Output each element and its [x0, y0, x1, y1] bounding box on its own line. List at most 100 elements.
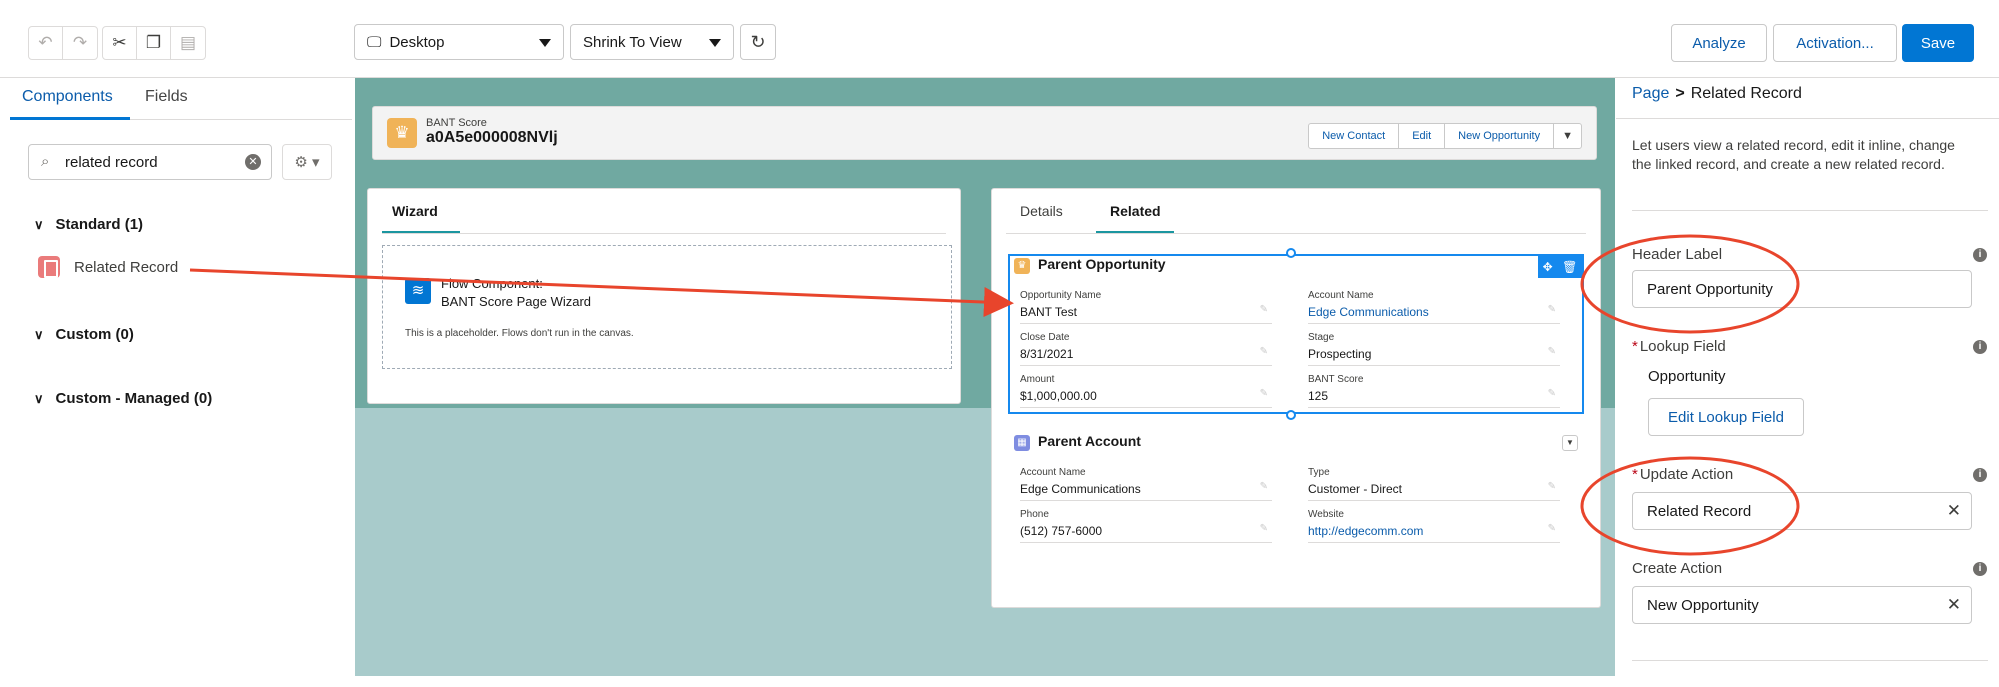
section-custom[interactable]: ∨ Custom (0) [34, 326, 134, 343]
pencil-icon[interactable]: ✎ [1548, 304, 1556, 315]
refresh-icon: ↻ [750, 31, 766, 52]
chevron-down-icon[interactable]: ▼ [1562, 435, 1578, 451]
activation-button[interactable]: Activation... [1773, 24, 1897, 62]
tab-details[interactable]: Details [1020, 203, 1063, 219]
chevron-down-icon: ▼ [1562, 130, 1573, 142]
refresh-button[interactable]: ↻ [740, 24, 776, 60]
new-opportunity-button[interactable]: New Opportunity [1445, 124, 1555, 148]
search-icon: ⌕ [41, 153, 50, 170]
wizard-card: Wizard ≋ Flow Component: BANT Score Page… [367, 188, 961, 404]
tab-related[interactable]: Related [1110, 203, 1161, 219]
component-description: Let users view a related record, edit it… [1632, 137, 1955, 172]
update-action-input[interactable]: Related Record ✕ [1632, 492, 1972, 530]
tab-components[interactable]: Components [22, 88, 113, 106]
field-bant-score: BANT Score 125 ✎ [1308, 374, 1560, 408]
divider [1616, 118, 1999, 119]
create-action-input[interactable]: New Opportunity ✕ [1632, 586, 1972, 624]
field-label: Amount [1020, 374, 1055, 385]
lookup-field-value: Opportunity [1648, 368, 1726, 385]
pencil-icon[interactable]: ✎ [1548, 481, 1556, 492]
related-record-icon [38, 256, 60, 278]
undo-redo-group: ↶ ↷ [28, 26, 98, 60]
component-search-input[interactable]: ⌕ related record ✕ [28, 144, 272, 180]
redo-icon[interactable]: ↷ [63, 27, 97, 59]
related-record-parent-opportunity[interactable]: ♛ Parent Opportunity ✥ 🗑 Opportunity Nam… [1008, 254, 1584, 414]
field-phone: Phone (512) 757-6000 ✎ [1020, 509, 1272, 543]
pencil-icon[interactable]: ✎ [1548, 523, 1556, 534]
undo-icon[interactable]: ↶ [29, 27, 63, 59]
account-link[interactable]: Edge Communications [1308, 305, 1429, 319]
header-label-input[interactable]: Parent Opportunity [1632, 270, 1972, 308]
cut-icon[interactable]: ✂ [103, 27, 137, 59]
field-label: Website [1308, 509, 1344, 520]
clear-icon[interactable]: ✕ [1947, 501, 1961, 521]
pencil-icon[interactable]: ✎ [1260, 481, 1268, 492]
create-action-label: Create Action [1632, 560, 1723, 577]
save-button[interactable]: Save [1902, 24, 1974, 62]
component-related-record[interactable]: Related Record [38, 256, 178, 278]
required-marker: * [1632, 338, 1638, 355]
builder-toolbar: ↶ ↷ ✂ ❐ ▤ 🖵 Desktop Shrink To View ↻ Ana… [0, 0, 1999, 78]
info-icon[interactable]: i [1973, 468, 1987, 482]
field-value: $1,000,000.00 [1020, 389, 1097, 403]
paste-icon[interactable]: ▤ [171, 27, 205, 59]
delete-icon[interactable]: 🗑 [1562, 260, 1577, 274]
pencil-icon[interactable]: ✎ [1260, 346, 1268, 357]
flow-component-title: Flow Component: [441, 276, 543, 291]
panel-tabs: Components Fields [10, 78, 352, 120]
required-marker: * [1632, 466, 1638, 483]
flow-component-placeholder[interactable]: ≋ Flow Component: BANT Score Page Wizard… [382, 245, 952, 369]
gear-icon: ⚙ ▾ [294, 154, 320, 171]
divider [1632, 660, 1988, 661]
resize-handle-bottom[interactable] [1286, 410, 1296, 420]
highlights-panel[interactable]: ♛ BANT Score a0A5e000008NVlj New Contact… [372, 106, 1597, 160]
crown-icon: ♛ [1014, 258, 1030, 274]
website-link[interactable]: http://edgecomm.com [1308, 524, 1423, 538]
desktop-icon: 🖵 [367, 33, 382, 51]
resize-handle-top[interactable] [1286, 248, 1296, 258]
clear-icon[interactable]: ✕ [245, 154, 261, 170]
related-card: Details Related ♛ Parent Opportunity ✥ 🗑… [991, 188, 1601, 608]
field-value: 8/31/2021 [1020, 347, 1074, 361]
field-value: 125 [1308, 389, 1329, 403]
field-stage: Stage Prospecting ✎ [1308, 332, 1560, 366]
more-actions-button[interactable]: ▼ [1554, 124, 1581, 148]
section-standard[interactable]: ∨ Standard (1) [34, 216, 143, 233]
pencil-icon[interactable]: ✎ [1260, 523, 1268, 534]
view-select[interactable]: Shrink To View [570, 24, 734, 60]
chevron-down-icon: ∨ [34, 390, 44, 406]
tab-fields[interactable]: Fields [145, 88, 188, 106]
wizard-tabs: Wizard [368, 189, 960, 235]
tab-wizard[interactable]: Wizard [392, 203, 438, 219]
flow-placeholder-text: This is a placeholder. Flows don't run i… [405, 328, 634, 339]
edit-lookup-field-button[interactable]: Edit Lookup Field [1648, 398, 1804, 436]
pencil-icon[interactable]: ✎ [1260, 388, 1268, 399]
pencil-icon[interactable]: ✎ [1260, 304, 1268, 315]
pencil-icon[interactable]: ✎ [1548, 388, 1556, 399]
device-select[interactable]: 🖵 Desktop [354, 24, 564, 60]
pencil-icon[interactable]: ✎ [1548, 346, 1556, 357]
move-icon[interactable]: ✥ [1543, 260, 1553, 274]
copy-icon[interactable]: ❐ [137, 27, 171, 59]
field-label: Phone [1020, 509, 1049, 520]
analyze-button[interactable]: Analyze [1671, 24, 1767, 62]
related-record-parent-account[interactable]: ▦ Parent Account ▼ Account Name Edge Com… [1010, 433, 1582, 583]
field-label: Close Date [1020, 332, 1070, 343]
edit-button[interactable]: Edit [1399, 124, 1446, 148]
section-custom-managed[interactable]: ∨ Custom - Managed (0) [34, 390, 212, 407]
info-icon[interactable]: i [1973, 340, 1987, 354]
info-icon[interactable]: i [1973, 248, 1987, 262]
create-action-value: New Opportunity [1647, 596, 1759, 614]
new-contact-button[interactable]: New Contact [1309, 124, 1400, 148]
chevron-down-icon [709, 39, 721, 47]
tab-divider [382, 233, 946, 234]
header-label-value: Parent Opportunity [1647, 280, 1773, 298]
field-label: BANT Score [1308, 374, 1364, 385]
breadcrumb: Page > Related Record [1632, 85, 1802, 103]
update-action-value: Related Record [1647, 502, 1752, 520]
search-value: related record [65, 153, 158, 171]
clear-icon[interactable]: ✕ [1947, 595, 1961, 615]
settings-menu-button[interactable]: ⚙ ▾ [282, 144, 332, 180]
breadcrumb-page-link[interactable]: Page [1632, 85, 1669, 102]
info-icon[interactable]: i [1973, 562, 1987, 576]
